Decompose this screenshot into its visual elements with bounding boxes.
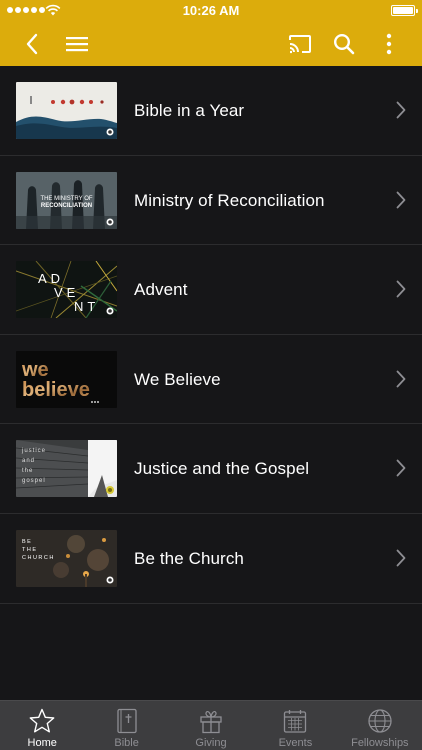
series-title: Be the Church	[134, 548, 244, 568]
series-title: We Believe	[134, 369, 221, 389]
series-title: Justice and the Gospel	[134, 459, 310, 479]
status-time: 10:26 AM	[182, 3, 240, 18]
series-row-justice-and-the-gospel[interactable]: justice and the gospel Justice and the G…	[0, 424, 422, 514]
battery-icon	[391, 5, 418, 16]
cast-icon	[289, 35, 311, 54]
tab-bible[interactable]: Bible	[84, 701, 168, 750]
series-row-bible-in-a-year[interactable]: Bible in a Year	[0, 66, 422, 156]
chevron-right-icon	[396, 370, 406, 388]
series-row-advent[interactable]: AD VE NT Advent	[0, 245, 422, 335]
svg-text:AD: AD	[38, 271, 64, 286]
series-thumbnail: THE MINISTRY OF RECONCILIATION	[16, 171, 117, 229]
svg-text:gospel: gospel	[22, 478, 46, 484]
svg-text:VE: VE	[54, 285, 79, 300]
svg-text:THE MINISTRY OF: THE MINISTRY OF	[40, 196, 92, 202]
navigation-header	[0, 22, 422, 66]
series-row-we-believe[interactable]: we believe We Believe	[0, 335, 422, 425]
chevron-right-icon	[396, 280, 406, 298]
svg-text:and: and	[22, 458, 35, 464]
svg-text:believe: believe	[22, 379, 90, 401]
svg-text:NT: NT	[74, 299, 99, 314]
back-chevron-icon	[26, 33, 38, 55]
svg-text:justice: justice	[21, 448, 46, 454]
tab-label: Home	[27, 737, 57, 749]
svg-text:THE: THE	[22, 547, 38, 553]
more-vertical-icon	[386, 33, 392, 55]
menu-button[interactable]	[59, 26, 95, 62]
search-button[interactable]	[326, 26, 362, 62]
menu-icon	[66, 37, 88, 52]
svg-text:BE: BE	[22, 539, 32, 545]
tab-home[interactable]: Home	[0, 701, 84, 750]
svg-text:RECONCILIATION: RECONCILIATION	[41, 203, 92, 209]
more-options-button[interactable]	[371, 26, 407, 62]
series-title: Advent	[134, 280, 188, 300]
status-bar: 10:26 AM	[0, 0, 422, 22]
chevron-right-icon	[396, 549, 406, 567]
tab-label: Giving	[195, 737, 227, 749]
svg-text:CHURCH: CHURCH	[22, 555, 55, 561]
series-title: Ministry of Reconciliation	[134, 190, 325, 210]
tab-giving[interactable]: Giving	[169, 701, 253, 750]
svg-text:we: we	[21, 359, 49, 381]
chevron-right-icon	[396, 101, 406, 119]
series-row-be-the-church[interactable]: BE THE CHURCH Be the Church	[0, 514, 422, 604]
series-thumbnail: BE THE CHURCH	[16, 529, 117, 587]
tab-label: Events	[278, 737, 313, 749]
gift-icon	[200, 710, 222, 734]
chevron-right-icon	[396, 459, 406, 477]
calendar-icon	[284, 710, 307, 733]
series-title: Bible in a Year	[134, 101, 245, 120]
search-icon	[333, 33, 355, 55]
series-thumbnail: justice and the gospel	[16, 440, 117, 498]
back-button[interactable]	[14, 26, 50, 62]
cast-button[interactable]	[282, 26, 318, 62]
series-thumbnail	[16, 82, 117, 139]
star-icon	[29, 708, 55, 733]
svg-text:the: the	[22, 468, 33, 474]
tab-label: Fellowships	[351, 737, 409, 749]
series-row-ministry-of-reconciliation[interactable]: THE MINISTRY OF RECONCILIATION Ministry …	[0, 156, 422, 246]
tab-fellowships[interactable]: Fellowships	[338, 701, 422, 750]
series-list: Bible in a Year THE MINISTRY OF RECONCIL…	[0, 66, 422, 604]
top-bar: 10:26 AM	[0, 0, 422, 66]
tab-events[interactable]: Events	[253, 701, 337, 750]
series-thumbnail: we believe	[16, 350, 117, 408]
globe-icon	[368, 709, 392, 733]
bible-icon	[116, 708, 137, 734]
series-thumbnail: AD VE NT	[16, 261, 117, 319]
tab-bar: Home Bible Giving Events Fellowships	[0, 700, 422, 750]
tab-label: Bible	[114, 737, 139, 749]
chevron-right-icon	[396, 191, 406, 208]
